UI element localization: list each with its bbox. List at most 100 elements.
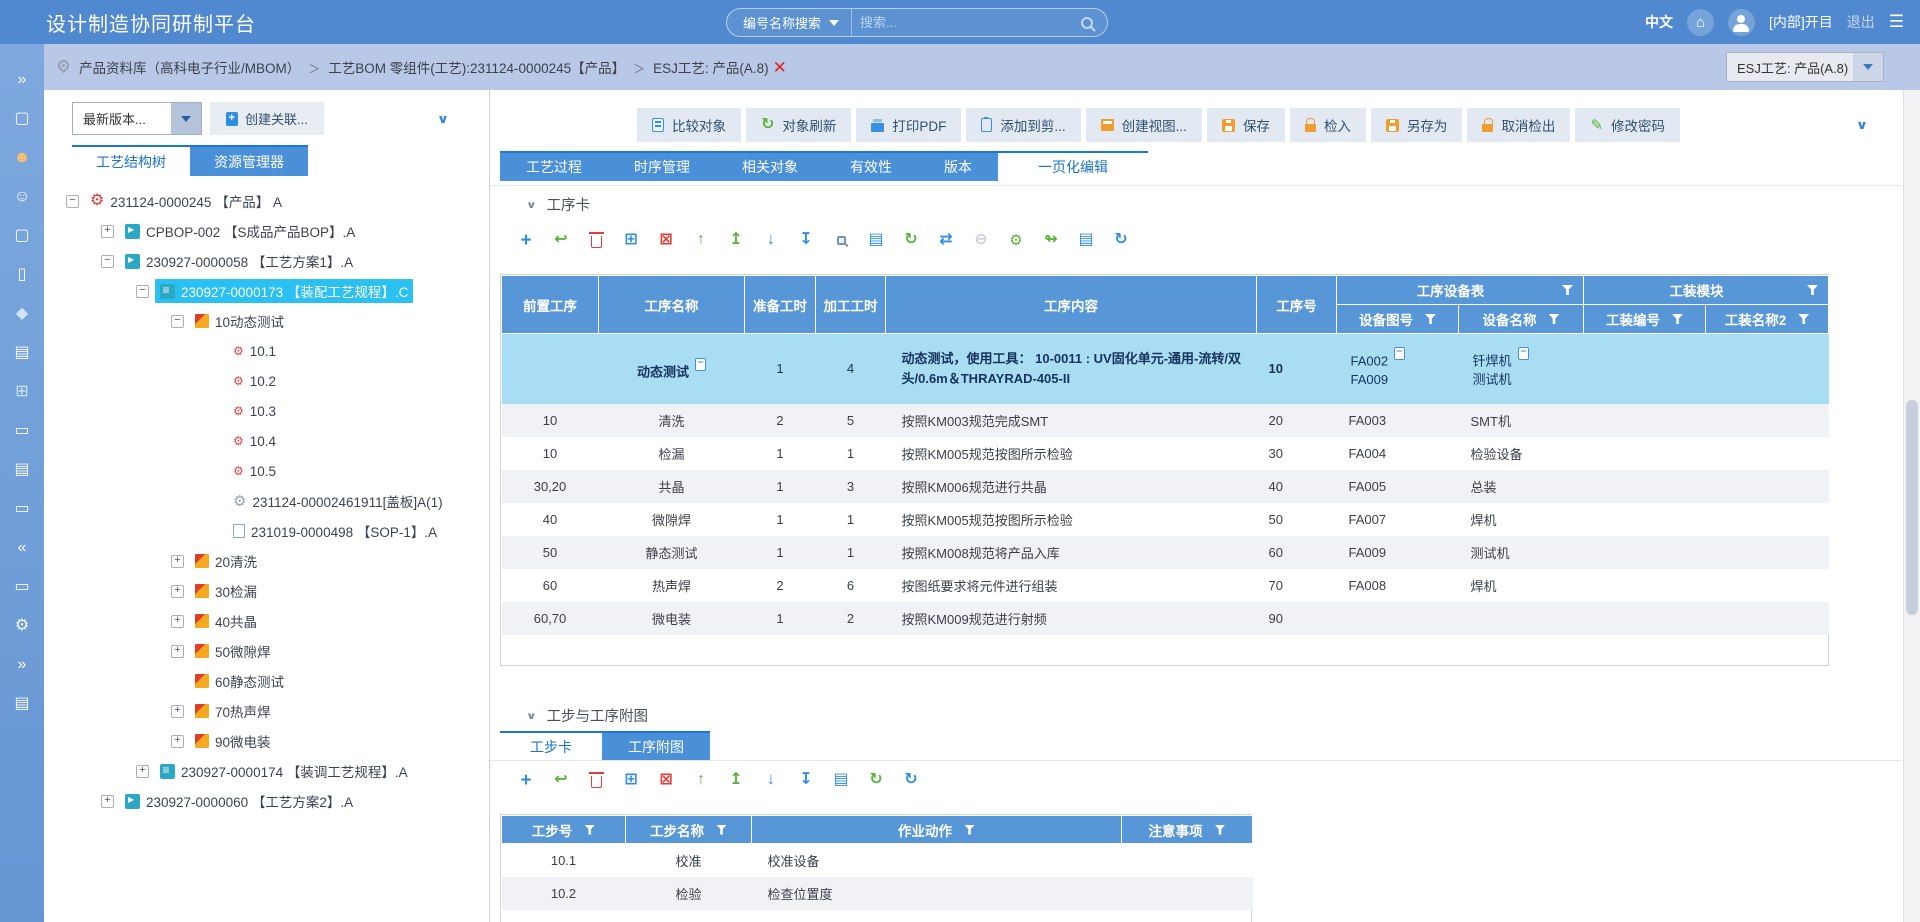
insert-card-icon[interactable]: ⊞ <box>621 770 641 790</box>
tab-resource-manager[interactable]: 资源管理器 <box>190 147 308 176</box>
move-last-icon[interactable]: ↧ <box>796 770 816 790</box>
tree-item[interactable]: ⚙231124-00002461911[盖板]A(1) <box>44 486 489 516</box>
table-row[interactable]: 40微隙焊 11 按照KM005规范按图所示检验50 FA007焊机 <box>502 503 1829 536</box>
col-group-header[interactable]: 工序设备表 <box>1337 276 1584 305</box>
tablet-icon[interactable]: ▯ <box>12 267 32 283</box>
insert-card-icon[interactable]: ⊞ <box>621 230 641 250</box>
delete-icon[interactable] <box>586 230 606 250</box>
change-password-button[interactable]: ✎修改密码 <box>1575 108 1680 142</box>
tab-version[interactable]: 版本 <box>918 153 998 181</box>
tree-item[interactable]: ⚙231124-0000245 【产品】 A <box>44 186 489 216</box>
col-header[interactable]: 准备工时 <box>745 276 816 334</box>
collapse-toggle[interactable] <box>136 285 149 298</box>
tree-item[interactable]: 50微隙焊 <box>44 636 489 666</box>
table-row[interactable]: 30,20共晶 13 按照KM006规范进行共晶40 FA005总装 <box>502 470 1829 503</box>
menu-icon[interactable]: ☰ <box>1889 12 1904 32</box>
expand-toggle[interactable] <box>101 795 114 808</box>
refresh-doc-icon[interactable]: ▤ <box>866 230 886 250</box>
expand-toggle[interactable] <box>171 555 184 568</box>
col-header[interactable]: 工装名称2 <box>1706 305 1829 334</box>
tree-item[interactable]: 230927-0000174 【装调工艺规程】.A <box>44 756 489 786</box>
collapse-icon[interactable]: « <box>12 540 32 556</box>
table-row[interactable]: 60,70微电装 12 按照KM009规范进行射频90 <box>502 602 1829 635</box>
dropdown-arrow-button[interactable] <box>171 103 201 134</box>
table-row[interactable]: 50静态测试 11 按照KM008规范将产品入库60 FA009测试机 <box>502 536 1829 569</box>
table-row[interactable]: 10.2 检验 检查位置度 <box>502 877 1253 910</box>
expand-icon[interactable]: » <box>12 72 32 88</box>
table-row[interactable]: 10检漏 11 按照KM005规范按图所示检验30 FA004检验设备 <box>502 437 1829 470</box>
tree-item[interactable]: 40共晶 <box>44 606 489 636</box>
col-group-header[interactable]: 工装模块 <box>1584 276 1829 305</box>
expand-toggle[interactable] <box>136 765 149 778</box>
language-toggle[interactable]: 中文 <box>1645 12 1673 32</box>
filter-icon[interactable] <box>1215 825 1226 835</box>
table-row[interactable]: 60热声焊 26 按图纸要求将元件进行组装70 FA008焊机 <box>502 569 1829 602</box>
collapse-toggle[interactable] <box>171 315 184 328</box>
move-last-icon[interactable]: ↧ <box>796 230 816 250</box>
tree-item[interactable]: 20清洗 <box>44 546 489 576</box>
expand-toggle[interactable] <box>101 225 114 238</box>
filter-icon[interactable] <box>716 825 727 835</box>
exchange-icon[interactable]: ⇄ <box>936 230 956 250</box>
tree-item[interactable]: 230927-0000060 【工艺方案2】.A <box>44 786 489 816</box>
version-selector[interactable]: ESJ工艺: 产品(A.8) <box>1726 52 1884 82</box>
filter-icon[interactable] <box>1672 314 1683 324</box>
create-link-button[interactable]: 创建关联... <box>210 102 324 135</box>
tab-one-page-edit[interactable]: 一页化编辑 <box>998 153 1148 181</box>
filter-icon[interactable] <box>1807 285 1818 295</box>
tree-item[interactable]: ⚙10.3 <box>44 396 489 426</box>
step-section-header[interactable]: ∨ 工步与工序附图 <box>526 705 648 726</box>
tree-item[interactable]: CPBOP-002 【S成品产品BOP】.A <box>44 216 489 246</box>
cube-icon[interactable]: ◆ <box>12 306 32 322</box>
filter-icon[interactable] <box>1562 285 1573 295</box>
screen-icon[interactable]: ▭ <box>12 501 32 517</box>
tab-process-figure[interactable]: 工序附图 <box>602 733 710 761</box>
table-row-selected[interactable]: 动态测试 1 4 动态测试，使用工具： 10-0011 : UV固化单元-通用-… <box>502 334 1829 404</box>
filter-icon[interactable] <box>584 825 595 835</box>
report-icon[interactable]: ▤ <box>12 696 32 712</box>
tree-item[interactable]: 10动态测试 <box>44 306 489 336</box>
move-first-icon[interactable]: ↥ <box>726 230 746 250</box>
cancel-checkout-button[interactable]: 取消检出 <box>1467 108 1570 142</box>
print-pdf-button[interactable]: 打印PDF <box>856 108 961 142</box>
unlink-icon[interactable]: ↬ <box>1041 230 1061 250</box>
move-down-icon[interactable]: ↓ <box>761 230 781 250</box>
move-first-icon[interactable]: ↥ <box>726 770 746 790</box>
tree-item[interactable]: 70热声焊 <box>44 696 489 726</box>
preview-icon[interactable] <box>831 230 851 250</box>
filter-icon[interactable] <box>1549 314 1560 324</box>
process-card-section-header[interactable]: ∨ 工序卡 <box>526 194 590 215</box>
tab-process-structure-tree[interactable]: 工艺结构树 <box>72 147 190 176</box>
close-icon[interactable]: ✕ <box>773 59 787 76</box>
profile-button[interactable] <box>1728 9 1755 36</box>
logout-link[interactable]: 退出 <box>1847 12 1875 32</box>
collapse-toggle[interactable] <box>66 195 79 208</box>
refresh-icon[interactable]: ↻ <box>901 230 921 250</box>
search-icon[interactable] <box>1081 17 1093 29</box>
import-icon[interactable]: ↩ <box>551 230 571 250</box>
move-up-icon[interactable]: ↑ <box>691 230 711 250</box>
tab-timing[interactable]: 时序管理 <box>608 153 716 181</box>
tab-validity[interactable]: 有效性 <box>824 153 918 181</box>
board-icon[interactable]: ▭ <box>12 579 32 595</box>
refresh-object-button[interactable]: ↻对象刷新 <box>746 108 851 142</box>
expand-toggle[interactable] <box>171 585 184 598</box>
tree-item[interactable]: 30检漏 <box>44 576 489 606</box>
table-row[interactable]: 10清洗 25 按照KM003规范完成SMT20 FA003SMT机 <box>502 404 1829 437</box>
vertical-scrollbar[interactable] <box>1903 90 1920 922</box>
add-to-clipboard-button[interactable]: 添加到剪... <box>966 108 1080 142</box>
tab-step-card[interactable]: 工步卡 <box>500 733 602 761</box>
col-header[interactable]: 作业动作 <box>752 816 1122 844</box>
tab-process[interactable]: 工艺过程 <box>500 153 608 181</box>
col-header[interactable]: 设备图号 <box>1337 305 1459 334</box>
col-header[interactable]: 设备名称 <box>1459 305 1584 334</box>
check-in-button[interactable]: 检入 <box>1290 108 1366 142</box>
refresh-icon[interactable]: ↻ <box>866 770 886 790</box>
detail-card-icon[interactable] <box>1394 347 1405 360</box>
expand-toggle[interactable] <box>171 735 184 748</box>
version-filter-dropdown[interactable]: 最新版本... <box>72 102 202 135</box>
collapse-toggle[interactable] <box>101 255 114 268</box>
col-header[interactable]: 工序名称 <box>599 276 745 334</box>
tree-item[interactable]: ⚙10.5 <box>44 456 489 486</box>
tree-item[interactable]: ⚙10.1 <box>44 336 489 366</box>
